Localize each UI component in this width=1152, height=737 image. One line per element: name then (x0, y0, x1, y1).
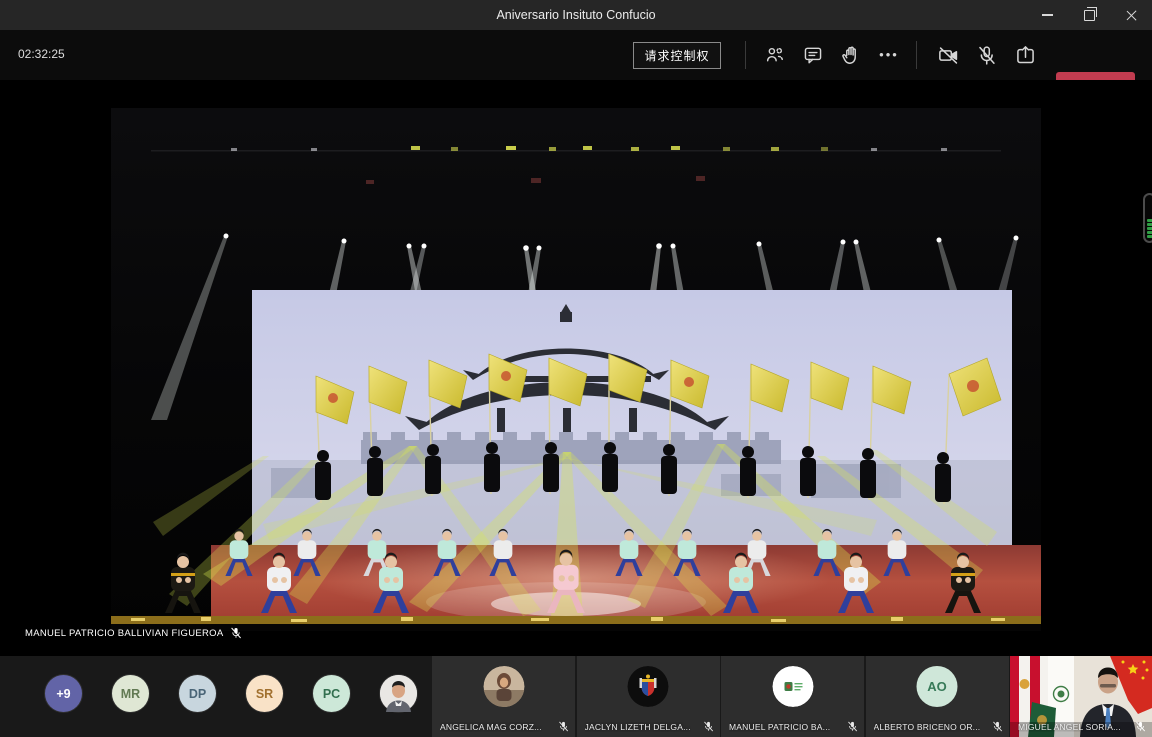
man-portrait-avatar (380, 675, 417, 712)
more-options-button[interactable]: ••• (875, 41, 903, 69)
mic-muted-icon (558, 721, 569, 732)
participant-name: MIGUEL ANGEL SORIA... (1018, 722, 1121, 732)
title-bar: Aniversario Insituto Confucio (0, 0, 1152, 30)
stage-scene (111, 108, 1041, 631)
volume-indicator (1143, 193, 1152, 243)
close-icon (1126, 10, 1137, 21)
participant-bubble-photo[interactable] (380, 675, 417, 712)
avatar (628, 666, 669, 707)
close-button[interactable] (1110, 0, 1152, 30)
participant-name: ALBERTO BRICENO OR... (874, 722, 981, 732)
woman-photo-avatar (483, 666, 524, 707)
toolbar-divider (916, 41, 917, 69)
presented-video[interactable] (111, 108, 1041, 631)
participant-name: ANGELICA MAG CORZ... (440, 722, 542, 732)
participant-bubble-mr[interactable]: MR (112, 675, 149, 712)
participant-bubble-pc[interactable]: PC (313, 675, 350, 712)
crest-emblem-avatar (628, 666, 669, 707)
main-stage-area: MANUEL PATRICIO BALLIVIAN FIGUEROA (0, 80, 1152, 656)
volume-bar (1147, 223, 1152, 226)
window-controls (1026, 0, 1152, 30)
participant-tile-jaclyn[interactable]: JACLYN LIZETH DELGA... (577, 656, 720, 737)
participant-name: JACLYN LIZETH DELGA... (585, 722, 691, 732)
mic-off-icon (976, 45, 997, 66)
participant-tile-alberto[interactable]: AO ALBERTO BRICENO OR... (866, 656, 1009, 737)
presenter-name: MANUEL PATRICIO BALLIVIAN FIGUEROA (25, 628, 223, 639)
stage-front-edge (111, 616, 1041, 631)
mic-muted-icon (230, 627, 242, 639)
participant-tile-miguel[interactable]: MIGUEL ANGEL SORIA... (1010, 656, 1152, 737)
camera-off-icon (938, 45, 959, 66)
chat-button[interactable] (799, 41, 827, 69)
avatar (772, 666, 813, 707)
avatar (483, 666, 524, 707)
participant-name: MANUEL PATRICIO BA... (729, 722, 830, 732)
mic-toggle-button[interactable] (972, 41, 1000, 69)
raise-hand-button[interactable] (837, 41, 865, 69)
teams-meeting-window: { "window": { "title": "Aniversario Insi… (0, 0, 1152, 737)
participant-tile-angelica[interactable]: ANGELICA MAG CORZ... (432, 656, 575, 737)
minimize-icon (1042, 14, 1053, 15)
mic-muted-icon (1135, 721, 1146, 732)
overflow-participants-badge[interactable]: +9 (45, 675, 82, 712)
volume-bar (1147, 219, 1152, 222)
meeting-toolbar: 02:32:25 请求控制权 ••• (0, 30, 1152, 80)
maximize-button[interactable] (1068, 0, 1110, 30)
initials-avatar: AO (917, 666, 958, 707)
volume-bar (1147, 227, 1152, 230)
participant-filmstrip: +9 MR DP SR PC ANGELICA MAG CORZ... (0, 656, 1152, 737)
mic-muted-icon (847, 721, 858, 732)
window-title: Aniversario Insituto Confucio (496, 8, 655, 22)
request-control-button[interactable]: 请求控制权 (633, 42, 721, 69)
mic-muted-icon (703, 721, 714, 732)
share-icon (1015, 45, 1036, 66)
meeting-timer: 02:32:25 (18, 47, 65, 61)
volume-bar (1147, 235, 1152, 238)
show-participants-button[interactable] (761, 41, 789, 69)
more-icon: ••• (879, 50, 899, 60)
people-icon (765, 45, 785, 65)
participant-bubble-sr[interactable]: SR (246, 675, 283, 712)
minimize-button[interactable] (1026, 0, 1068, 30)
volume-bar (1147, 231, 1152, 234)
toolbar-divider (745, 41, 746, 69)
maximize-icon (1084, 10, 1095, 21)
camera-toggle-button[interactable] (934, 41, 962, 69)
raise-hand-icon (841, 45, 861, 65)
presenter-name-label: MANUEL PATRICIO BALLIVIAN FIGUEROA (25, 627, 242, 639)
participant-tile-manuel[interactable]: MANUEL PATRICIO BA... (721, 656, 864, 737)
white-logo-avatar (772, 666, 813, 707)
share-screen-button[interactable] (1011, 41, 1039, 69)
participant-bubble-dp[interactable]: DP (179, 675, 216, 712)
chat-icon (803, 45, 823, 65)
mic-muted-icon (992, 721, 1003, 732)
